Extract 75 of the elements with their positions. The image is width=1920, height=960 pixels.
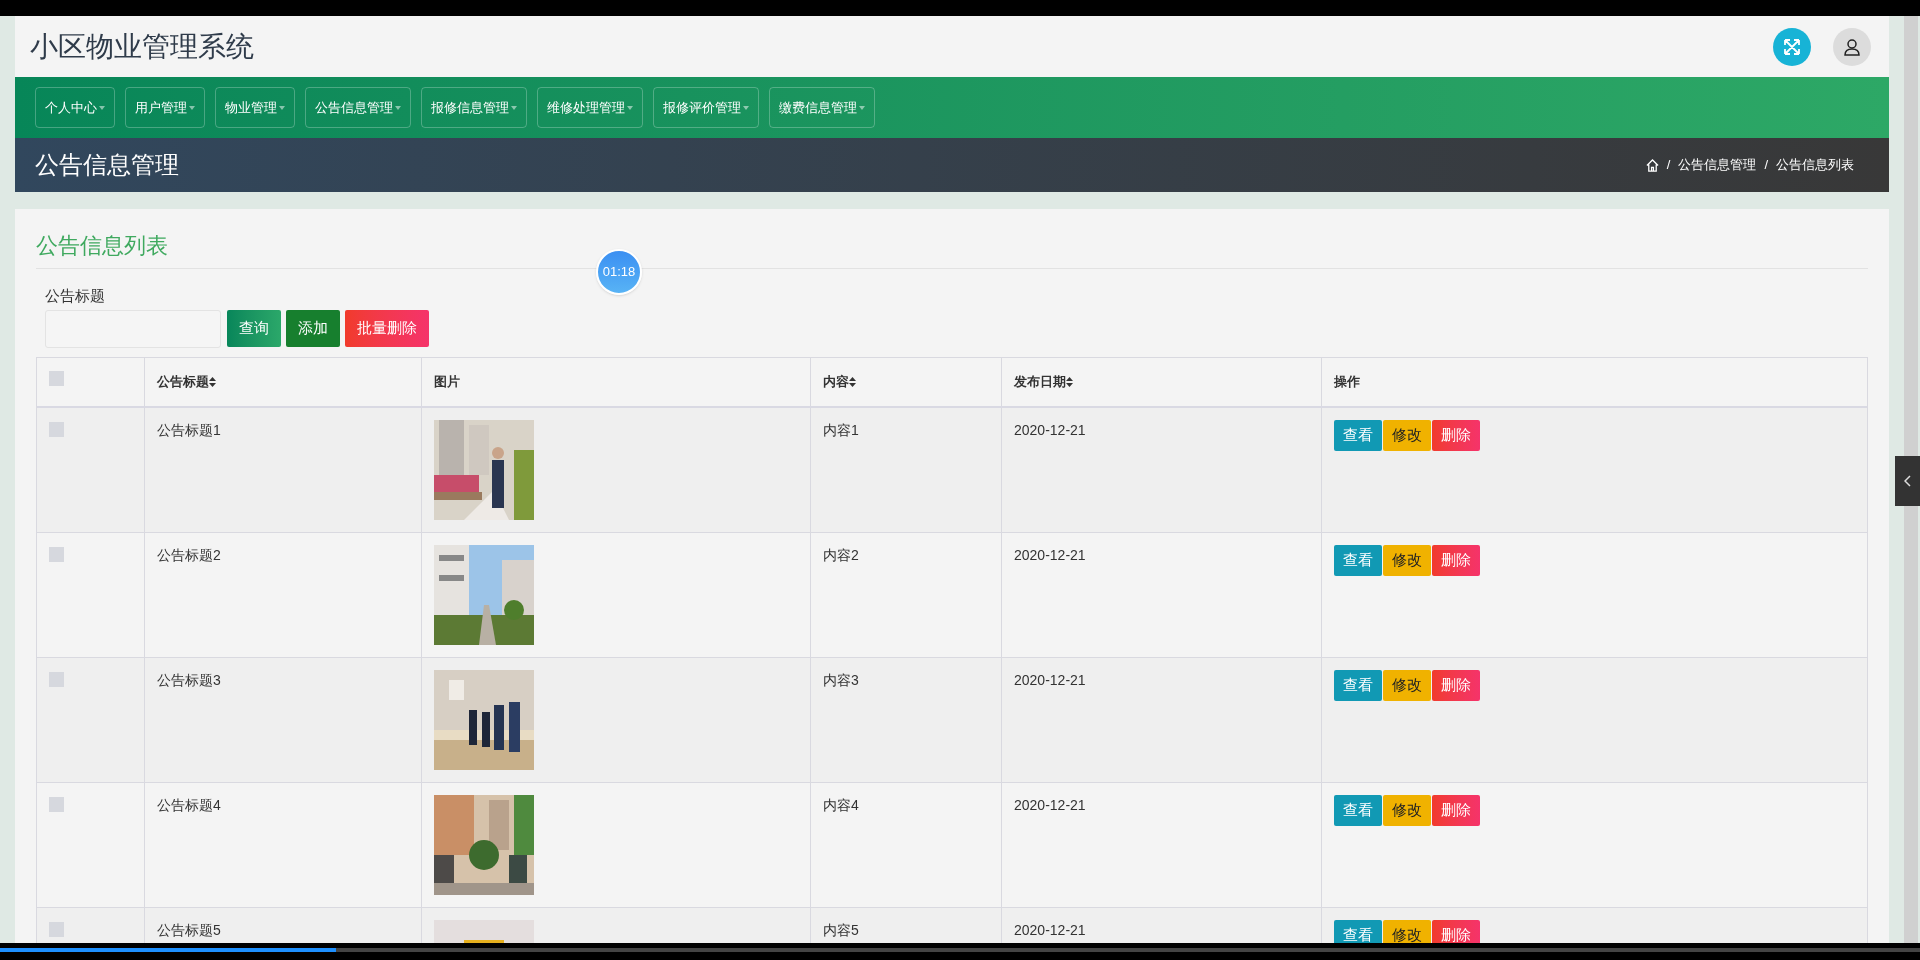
caret-icon bbox=[511, 105, 517, 110]
row-checkbox[interactable] bbox=[49, 546, 64, 562]
view-button[interactable]: 查看 bbox=[1334, 794, 1382, 826]
caret-icon bbox=[627, 105, 633, 110]
query-button[interactable]: 查询 bbox=[227, 310, 281, 347]
edit-button[interactable]: 修改 bbox=[1383, 669, 1431, 701]
table-cell: 内容4 bbox=[823, 796, 859, 813]
column-header: 操作 bbox=[1334, 372, 1360, 391]
breadcrumb-separator: / bbox=[1764, 156, 1768, 175]
table-cell: 公告标题5 bbox=[157, 921, 221, 938]
table-cell: 公告标题3 bbox=[157, 671, 221, 688]
table-cell: 2020-12-21 bbox=[1014, 421, 1086, 438]
caret-icon bbox=[279, 105, 285, 110]
table-cell: 2020-12-21 bbox=[1014, 671, 1086, 688]
caret-icon bbox=[189, 105, 195, 110]
breadcrumb-item[interactable]: 公告信息管理 bbox=[1678, 155, 1757, 175]
table-cell: 内容3 bbox=[823, 671, 859, 688]
side-panel-toggle[interactable] bbox=[1895, 456, 1920, 506]
page-title: 公告信息管理 bbox=[35, 150, 179, 180]
row-checkbox[interactable] bbox=[49, 921, 64, 937]
breadcrumb-item: 公告信息列表 bbox=[1776, 156, 1854, 175]
view-button[interactable]: 查看 bbox=[1334, 544, 1382, 576]
nav-menu-button[interactable]: 物业管理 bbox=[215, 87, 295, 128]
select-all-checkbox[interactable] bbox=[49, 370, 64, 386]
edit-button[interactable]: 修改 bbox=[1383, 544, 1431, 576]
delete-button[interactable]: 批量删除 bbox=[345, 310, 429, 347]
delete-button[interactable]: 删除 bbox=[1432, 919, 1480, 943]
delete-button[interactable]: 删除 bbox=[1432, 419, 1480, 451]
column-header[interactable]: 内容 bbox=[823, 371, 856, 392]
nav-menu-button[interactable]: 公告信息管理 bbox=[305, 87, 411, 128]
user-icon[interactable] bbox=[1833, 27, 1871, 66]
nav-menu-button[interactable]: 维修处理管理 bbox=[537, 87, 643, 128]
table-cell: 公告标题1 bbox=[157, 421, 221, 438]
breadcrumb-separator: / bbox=[1666, 156, 1671, 175]
fullscreen-icon[interactable] bbox=[1773, 27, 1811, 66]
row-checkbox[interactable] bbox=[49, 421, 64, 437]
view-button[interactable]: 查看 bbox=[1334, 419, 1382, 451]
view-button[interactable]: 查看 bbox=[1334, 669, 1382, 701]
row-checkbox[interactable] bbox=[49, 796, 64, 812]
search-label: 公告标题 bbox=[45, 286, 106, 306]
nav-menu-button[interactable]: 报修信息管理 bbox=[421, 87, 527, 128]
table-cell: 公告标题4 bbox=[157, 796, 221, 813]
table-cell: 内容2 bbox=[823, 546, 859, 563]
nav-menu-button[interactable]: 用户管理 bbox=[125, 87, 205, 128]
home-icon[interactable] bbox=[1645, 158, 1659, 172]
edit-button[interactable]: 修改 bbox=[1383, 794, 1431, 826]
row-checkbox[interactable] bbox=[49, 671, 64, 687]
sort-icon[interactable] bbox=[1066, 376, 1073, 387]
sort-icon[interactable] bbox=[849, 376, 856, 387]
table-cell: 2020-12-21 bbox=[1014, 546, 1086, 563]
column-header[interactable]: 公告标题 bbox=[157, 371, 216, 392]
column-header: 图片 bbox=[434, 372, 460, 391]
table-cell: 内容5 bbox=[823, 921, 859, 938]
table-cell: 公告标题2 bbox=[157, 546, 221, 563]
add-button[interactable]: 添加 bbox=[286, 310, 340, 347]
table-cell: 2020-12-21 bbox=[1014, 921, 1086, 938]
column-header[interactable]: 发布日期 bbox=[1014, 371, 1073, 392]
table-cell: 内容1 bbox=[823, 421, 859, 438]
delete-button[interactable]: 删除 bbox=[1432, 669, 1480, 701]
caret-icon bbox=[99, 105, 105, 110]
nav-menu-button[interactable]: 缴费信息管理 bbox=[769, 87, 875, 128]
view-button[interactable]: 查看 bbox=[1334, 919, 1382, 943]
edit-button[interactable]: 修改 bbox=[1383, 919, 1431, 943]
table-cell: 2020-12-21 bbox=[1014, 796, 1086, 813]
nav-menu-button[interactable]: 报修评价管理 bbox=[653, 87, 759, 128]
delete-button[interactable]: 删除 bbox=[1432, 544, 1480, 576]
caret-icon bbox=[395, 105, 401, 110]
edit-button[interactable]: 修改 bbox=[1383, 419, 1431, 451]
nav-menu-button[interactable]: 个人中心 bbox=[35, 87, 115, 128]
delete-button[interactable]: 删除 bbox=[1432, 794, 1480, 826]
sort-icon[interactable] bbox=[209, 376, 216, 387]
caret-icon bbox=[859, 105, 865, 110]
caret-icon bbox=[743, 105, 749, 110]
site-title: 小区物业管理系统 bbox=[30, 29, 254, 64]
chevron-left-icon bbox=[1903, 475, 1912, 487]
